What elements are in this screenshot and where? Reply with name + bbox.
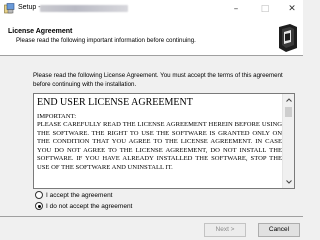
accept-radio[interactable] [35,191,43,199]
license-textbox[interactable]: END USER LICENSE AGREEMENT IMPORTANT: PL… [33,93,295,189]
decline-option[interactable]: I do not accept the agreement [35,201,132,211]
accept-option[interactable]: I accept the agreement [35,190,113,200]
page-title: License Agreement [8,28,73,35]
accept-label[interactable]: I accept the agreement [46,192,113,199]
cancel-button[interactable]: Cancel [258,223,300,237]
title-bar: Setup - – □ ✕ [0,0,303,18]
decline-label[interactable]: I do not accept the agreement [46,203,132,210]
license-subheading: IMPORTANT: [37,113,77,120]
close-button[interactable]: ✕ [283,2,301,16]
minimize-button[interactable]: – [227,2,245,16]
chevron-up-icon[interactable] [285,96,293,104]
window-title: Setup - [18,4,41,11]
maximize-button[interactable]: □ [256,2,274,16]
chevron-down-icon[interactable] [285,178,293,186]
license-body: PLEASE CAREFULLY READ THE LICENSE AGREEM… [37,121,282,171]
page-subtitle: Please read the following important info… [16,37,196,44]
decline-radio[interactable] [35,202,43,210]
next-button[interactable]: Next > [204,223,246,237]
wizard-header: License Agreement Please read the follow… [0,18,303,56]
redacted-title-area [40,5,128,12]
wizard-footer: Next > Cancel [0,217,303,240]
license-scrollbar[interactable] [282,94,294,188]
intro-text: Please read the following License Agreem… [33,72,283,88]
license-content: END USER LICENSE AGREEMENT IMPORTANT: PL… [37,96,282,173]
license-heading: END USER LICENSE AGREEMENT [37,97,193,108]
scroll-thumb[interactable] [285,107,292,117]
installer-icon [4,3,15,14]
setup-logo-icon [279,24,297,52]
